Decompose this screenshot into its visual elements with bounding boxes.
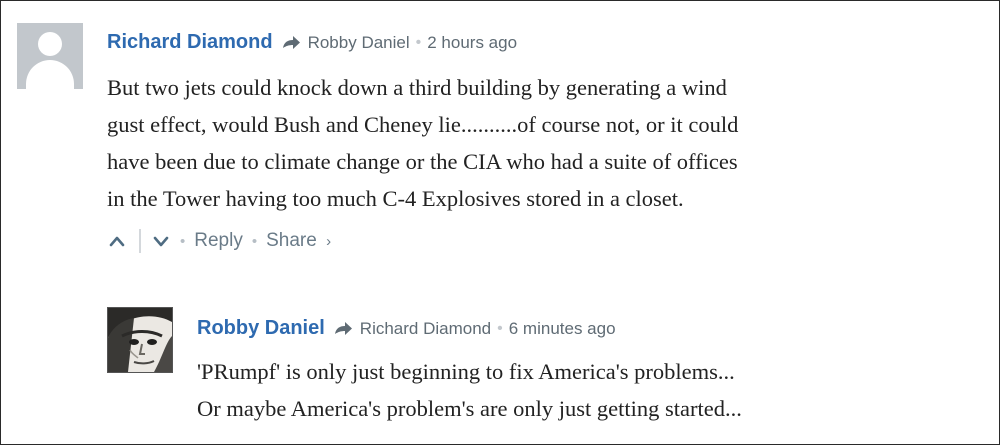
comment-header: Richard Diamond Robby Daniel • 2 hours a…: [107, 31, 517, 54]
comment-text-line: 'PRumpf' is only just beginning to fix A…: [197, 359, 735, 384]
comment-header: Robby Daniel Richard Diamond • 6 minutes…: [197, 317, 616, 340]
comment-actions: • Reply • Share ›: [107, 229, 331, 253]
timestamp[interactable]: 6 minutes ago: [509, 319, 616, 339]
reply-arrow-icon: [333, 321, 353, 337]
comment-text-line: in the Tower having too much C-4 Explosi…: [107, 186, 684, 211]
share-label: Share: [266, 230, 317, 251]
comment-text-line: Or maybe America's problem's are only ju…: [197, 396, 742, 421]
chevron-up-icon: [109, 236, 125, 247]
avatar[interactable]: [17, 23, 83, 89]
reply-button[interactable]: Reply: [194, 230, 243, 252]
comment-body: But two jets could knock down a third bu…: [107, 69, 738, 217]
avatar[interactable]: [107, 307, 173, 373]
vote-divider: [139, 229, 141, 253]
upvote-button[interactable]: [107, 229, 127, 253]
comment-text-line: gust effect, would Bush and Cheney lie..…: [107, 112, 739, 137]
comment-text-line: have been due to climate change or the C…: [107, 149, 738, 174]
meta-separator: •: [497, 319, 503, 337]
meta-separator: •: [415, 33, 422, 51]
timestamp[interactable]: 2 hours ago: [427, 33, 517, 53]
comment-text-line: But two jets could knock down a third bu…: [107, 75, 727, 100]
comment-body: 'PRumpf' is only just beginning to fix A…: [197, 353, 742, 427]
reply-arrow-icon: [281, 35, 301, 51]
user-silhouette-icon: [38, 32, 62, 56]
in-reply-to-link[interactable]: Robby Daniel: [308, 33, 410, 53]
in-reply-to-link[interactable]: Richard Diamond: [360, 319, 491, 339]
author-name[interactable]: Robby Daniel: [197, 317, 325, 340]
action-separator: •: [251, 232, 258, 250]
action-separator: •: [180, 232, 186, 250]
author-name[interactable]: Richard Diamond: [107, 31, 273, 54]
chevron-right-icon: ›: [326, 233, 332, 250]
downvote-button[interactable]: [151, 229, 171, 253]
chevron-down-icon: [153, 236, 169, 247]
share-button[interactable]: Share ›: [266, 230, 331, 252]
comments-panel: Richard Diamond Robby Daniel • 2 hours a…: [0, 0, 1000, 445]
